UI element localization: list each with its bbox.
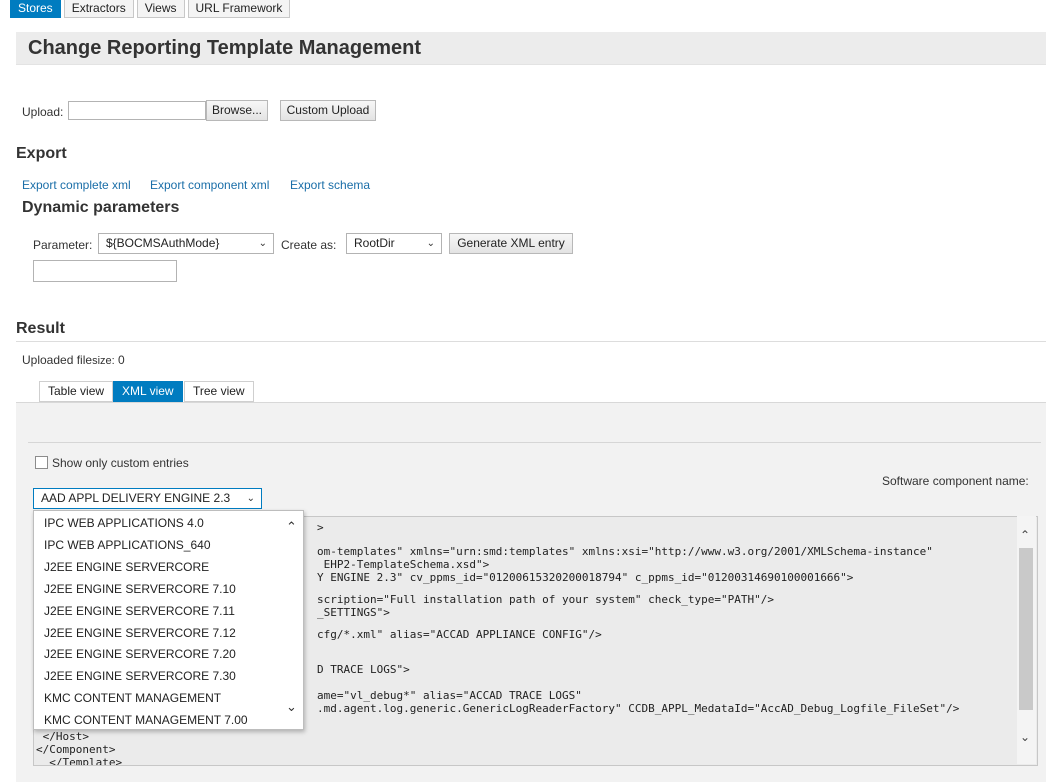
chevron-down-icon: ⌄ bbox=[246, 493, 255, 504]
xml-code-line: </Template> bbox=[36, 756, 123, 766]
dropdown-option[interactable]: KMC CONTENT MANAGEMENT bbox=[44, 691, 221, 705]
top-tab-bar: Stores Extractors Views URL Framework bbox=[10, 0, 291, 18]
software-component-label: Software component name: bbox=[882, 474, 1029, 488]
custom-upload-button[interactable]: Custom Upload bbox=[280, 100, 376, 121]
tab-table-view[interactable]: Table view bbox=[39, 381, 114, 402]
upload-label: Upload: bbox=[22, 105, 64, 119]
show-custom-checkbox[interactable] bbox=[35, 456, 48, 469]
result-heading: Result bbox=[16, 320, 65, 337]
export-complete-xml-link[interactable]: Export complete xml bbox=[22, 178, 131, 192]
scroll-down-icon[interactable]: ⌄ bbox=[1020, 730, 1030, 744]
tab-stores[interactable]: Stores bbox=[10, 0, 61, 18]
export-heading: Export bbox=[16, 145, 67, 162]
dropdown-option[interactable]: J2EE ENGINE SERVERCORE bbox=[44, 560, 209, 574]
dropdown-option[interactable]: IPC WEB APPLICATIONS 4.0 bbox=[44, 516, 204, 530]
create-as-select[interactable]: RootDir ⌄ bbox=[346, 233, 442, 254]
tab-extractors[interactable]: Extractors bbox=[63, 0, 134, 18]
parameter-label: Parameter: bbox=[33, 238, 93, 252]
software-component-dropdown-list[interactable]: IPC WEB APPLICATIONS 4.0 IPC WEB APPLICAT… bbox=[33, 510, 304, 730]
dropdown-option[interactable]: J2EE ENGINE SERVERCORE 7.12 bbox=[44, 626, 236, 640]
uploaded-file-label: Uploaded filesize: 0 bbox=[22, 353, 125, 367]
create-as-label: Create as: bbox=[281, 238, 337, 252]
xml-code-line: Y ENGINE 2.3" cv_ppms_id="01200615320200… bbox=[317, 571, 854, 584]
dropdown-option[interactable]: IPC WEB APPLICATIONS_640 bbox=[44, 538, 211, 552]
upload-file-input[interactable] bbox=[68, 101, 206, 120]
uploaded-file-text: Uploaded file bbox=[22, 353, 93, 367]
parameter-select[interactable]: ${BOCMSAuthMode} ⌄ bbox=[98, 233, 274, 254]
dropdown-scroll-up-icon[interactable]: ⌃ bbox=[286, 519, 297, 535]
dropdown-option[interactable]: J2EE ENGINE SERVERCORE 7.20 bbox=[44, 647, 236, 661]
dropdown-option[interactable]: J2EE ENGINE SERVERCORE 7.30 bbox=[44, 669, 236, 683]
xml-code-line: .md.agent.log.generic.GenericLogReaderFa… bbox=[317, 702, 960, 715]
xml-code-line: cfg/*.xml" alias="ACCAD APPLIANCE CONFIG… bbox=[317, 628, 602, 641]
xml-code-line: _SETTINGS"> bbox=[317, 606, 390, 619]
export-component-xml-link[interactable]: Export component xml bbox=[150, 178, 269, 192]
tab-views[interactable]: Views bbox=[136, 0, 185, 18]
uploaded-size-label: size: bbox=[92, 355, 115, 367]
xml-code-line: </Component> bbox=[36, 743, 116, 756]
panel-divider bbox=[28, 442, 1041, 443]
create-as-select-value: RootDir bbox=[354, 236, 395, 250]
scrollbar-thumb[interactable] bbox=[1019, 548, 1033, 710]
tab-tree-view[interactable]: Tree view bbox=[184, 381, 254, 402]
software-component-select[interactable]: AAD APPL DELIVERY ENGINE 2.3 ⌄ bbox=[33, 488, 262, 509]
result-divider bbox=[16, 341, 1046, 342]
dropdown-option[interactable]: J2EE ENGINE SERVERCORE 7.10 bbox=[44, 582, 236, 596]
dropdown-scroll-down-icon[interactable]: ⌄ bbox=[286, 699, 297, 715]
parameter-select-value: ${BOCMSAuthMode} bbox=[106, 236, 220, 250]
xml-code-line: EHP2-TemplateSchema.xsd"> bbox=[317, 558, 490, 571]
software-component-select-value: AAD APPL DELIVERY ENGINE 2.3 bbox=[41, 491, 231, 505]
tab-xml-view[interactable]: XML view bbox=[113, 381, 183, 402]
dropdown-option[interactable]: J2EE ENGINE SERVERCORE 7.11 bbox=[44, 604, 235, 618]
chevron-down-icon: ⌄ bbox=[426, 238, 435, 249]
xml-code-line: D TRACE LOGS"> bbox=[317, 663, 410, 676]
chevron-down-icon: ⌄ bbox=[258, 238, 267, 249]
xml-code-line: scription="Full installation path of you… bbox=[317, 593, 774, 606]
uploaded-size-value: 0 bbox=[118, 353, 125, 367]
dynamic-parameters-heading: Dynamic parameters bbox=[22, 199, 180, 216]
title-bar: Change Reporting Template Management bbox=[16, 32, 1046, 65]
tab-url-framework[interactable]: URL Framework bbox=[187, 0, 291, 18]
dropdown-option[interactable]: KMC CONTENT MANAGEMENT 7.00 bbox=[44, 713, 248, 727]
xml-code-line: </Host> bbox=[36, 730, 89, 743]
export-schema-link[interactable]: Export schema bbox=[290, 178, 370, 192]
browse-button[interactable]: Browse... bbox=[206, 100, 268, 121]
xml-entry-input[interactable] bbox=[33, 260, 177, 282]
page-title: Change Reporting Template Management bbox=[28, 37, 422, 59]
xml-code-line: om-templates" xmlns="urn:smd:templates" … bbox=[317, 545, 933, 558]
scroll-up-icon[interactable]: ⌃ bbox=[1020, 528, 1030, 542]
xml-code-line: ame="vl_debug*" alias="ACCAD TRACE LOGS" bbox=[317, 689, 582, 702]
show-custom-label: Show only custom entries bbox=[52, 456, 189, 470]
xml-code-line: > bbox=[317, 521, 324, 534]
xml-scrollbar[interactable]: ⌃ ⌄ bbox=[1017, 516, 1036, 764]
generate-xml-entry-button[interactable]: Generate XML entry bbox=[449, 233, 573, 254]
